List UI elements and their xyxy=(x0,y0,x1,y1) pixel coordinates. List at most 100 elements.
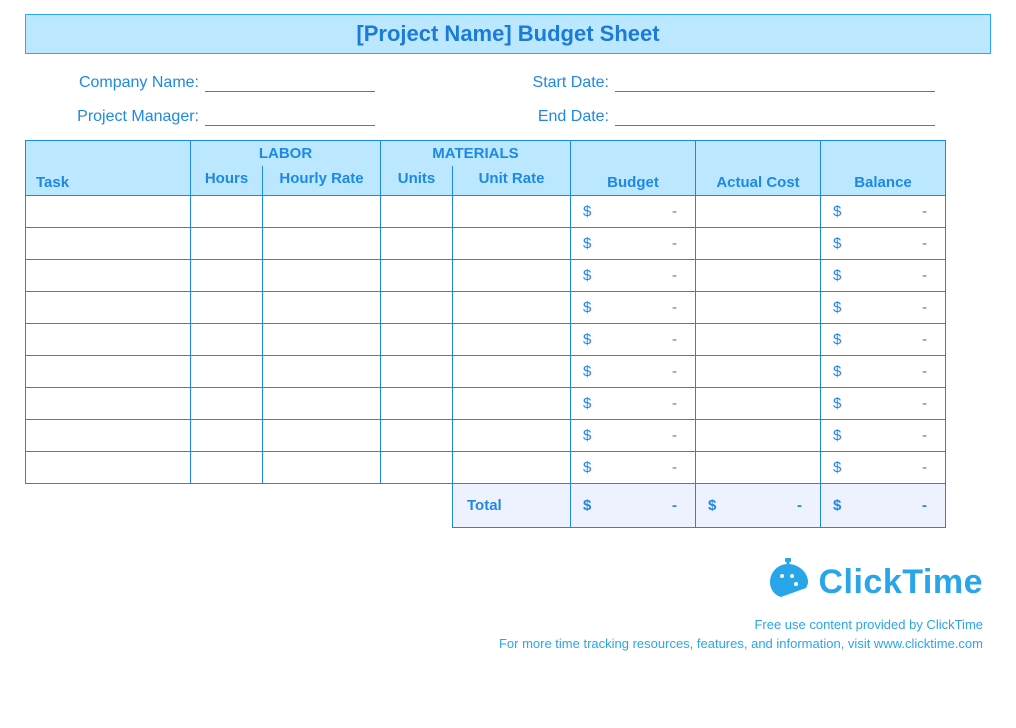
cell-task[interactable] xyxy=(26,356,191,388)
cell-balance: $- xyxy=(821,356,946,388)
cell-unit-rate[interactable] xyxy=(453,388,571,420)
cell-budget: $- xyxy=(571,420,696,452)
cell-actual-cost[interactable] xyxy=(696,228,821,260)
cell-unit-rate[interactable] xyxy=(453,452,571,484)
cell-unit-rate[interactable] xyxy=(453,196,571,228)
start-date-label: Start Date: xyxy=(495,74,615,92)
header-task: Task xyxy=(26,141,191,196)
cell-hourly-rate[interactable] xyxy=(263,196,381,228)
header-actual-cost: Actual Cost xyxy=(696,141,821,196)
cell-units[interactable] xyxy=(381,292,453,324)
cell-task[interactable] xyxy=(26,388,191,420)
header-units: Units xyxy=(381,166,453,196)
table-row: $- $- xyxy=(26,292,946,324)
cell-hourly-rate[interactable] xyxy=(263,356,381,388)
cell-task[interactable] xyxy=(26,260,191,292)
footer-line-1: Free use content provided by ClickTime xyxy=(15,617,983,632)
page-title: [Project Name] Budget Sheet xyxy=(25,14,991,54)
cell-hourly-rate[interactable] xyxy=(263,324,381,356)
cell-hourly-rate[interactable] xyxy=(263,388,381,420)
cell-actual-cost[interactable] xyxy=(696,260,821,292)
cell-hours[interactable] xyxy=(191,420,263,452)
table-row: $-$- xyxy=(26,228,946,260)
cell-hours[interactable] xyxy=(191,388,263,420)
header-labor-group: LABOR xyxy=(191,141,381,167)
cell-actual-cost[interactable] xyxy=(696,388,821,420)
cell-budget: $- xyxy=(571,356,696,388)
brand-logo: ClickTime xyxy=(766,558,983,607)
cell-units[interactable] xyxy=(381,196,453,228)
cell-hours[interactable] xyxy=(191,452,263,484)
cell-units[interactable] xyxy=(381,388,453,420)
cell-hours[interactable] xyxy=(191,260,263,292)
total-balance: $- xyxy=(821,484,946,528)
cell-units[interactable] xyxy=(381,260,453,292)
cell-unit-rate[interactable] xyxy=(453,292,571,324)
table-row: $-$- xyxy=(26,324,946,356)
cell-task[interactable] xyxy=(26,292,191,324)
cell-hours[interactable] xyxy=(191,196,263,228)
header-materials-group: MATERIALS xyxy=(381,141,571,167)
cell-budget: $- xyxy=(571,260,696,292)
cell-units[interactable] xyxy=(381,356,453,388)
cell-balance: $- xyxy=(821,420,946,452)
cell-hourly-rate[interactable] xyxy=(263,420,381,452)
cell-hours[interactable] xyxy=(191,356,263,388)
cell-budget: $- xyxy=(571,324,696,356)
table-row: $- $- xyxy=(26,196,946,228)
cell-task[interactable] xyxy=(26,228,191,260)
project-manager-input-line[interactable] xyxy=(205,106,375,126)
cell-balance: $- xyxy=(821,196,946,228)
meta-row-2: Project Manager: End Date: xyxy=(45,106,971,126)
cell-units[interactable] xyxy=(381,228,453,260)
footer: ClickTime Free use content provided by C… xyxy=(15,558,983,651)
cell-budget: $- xyxy=(571,452,696,484)
meta-row-1: Company Name: Start Date: xyxy=(45,72,971,92)
cell-task[interactable] xyxy=(26,452,191,484)
cell-hours[interactable] xyxy=(191,292,263,324)
total-label: Total xyxy=(453,484,571,528)
cell-hourly-rate[interactable] xyxy=(263,452,381,484)
cell-balance: $- xyxy=(821,292,946,324)
cell-unit-rate[interactable] xyxy=(453,260,571,292)
cell-unit-rate[interactable] xyxy=(453,356,571,388)
cell-balance: $- xyxy=(821,228,946,260)
cell-unit-rate[interactable] xyxy=(453,228,571,260)
company-name-input-line[interactable] xyxy=(205,72,375,92)
cell-task[interactable] xyxy=(26,324,191,356)
start-date-input-line[interactable] xyxy=(615,72,935,92)
company-name-label: Company Name: xyxy=(45,74,205,92)
cell-budget: $- xyxy=(571,196,696,228)
budget-table: Task LABOR MATERIALS Budget Actual Cost … xyxy=(25,140,946,528)
table-row: $-$- xyxy=(26,388,946,420)
cell-task[interactable] xyxy=(26,196,191,228)
cell-hours[interactable] xyxy=(191,324,263,356)
cell-balance: $- xyxy=(821,452,946,484)
header-unit-rate: Unit Rate xyxy=(453,166,571,196)
end-date-input-line[interactable] xyxy=(615,106,935,126)
footer-line-2: For more time tracking resources, featur… xyxy=(15,636,983,651)
cell-hourly-rate[interactable] xyxy=(263,260,381,292)
table-row: $- $- xyxy=(26,452,946,484)
end-date-label: End Date: xyxy=(495,108,615,126)
cell-budget: $- xyxy=(571,292,696,324)
cell-units[interactable] xyxy=(381,324,453,356)
cell-units[interactable] xyxy=(381,452,453,484)
cell-actual-cost[interactable] xyxy=(696,292,821,324)
cell-hourly-rate[interactable] xyxy=(263,228,381,260)
cell-units[interactable] xyxy=(381,420,453,452)
cell-actual-cost[interactable] xyxy=(696,452,821,484)
cell-hours[interactable] xyxy=(191,228,263,260)
cell-unit-rate[interactable] xyxy=(453,420,571,452)
cell-actual-cost[interactable] xyxy=(696,420,821,452)
cell-actual-cost[interactable] xyxy=(696,324,821,356)
table-row: $- $- xyxy=(26,356,946,388)
cell-hourly-rate[interactable] xyxy=(263,292,381,324)
cell-task[interactable] xyxy=(26,420,191,452)
stopwatch-icon xyxy=(766,558,810,607)
cell-unit-rate[interactable] xyxy=(453,324,571,356)
cell-actual-cost[interactable] xyxy=(696,356,821,388)
header-hours: Hours xyxy=(191,166,263,196)
header-hourly-rate: Hourly Rate xyxy=(263,166,381,196)
cell-actual-cost[interactable] xyxy=(696,196,821,228)
